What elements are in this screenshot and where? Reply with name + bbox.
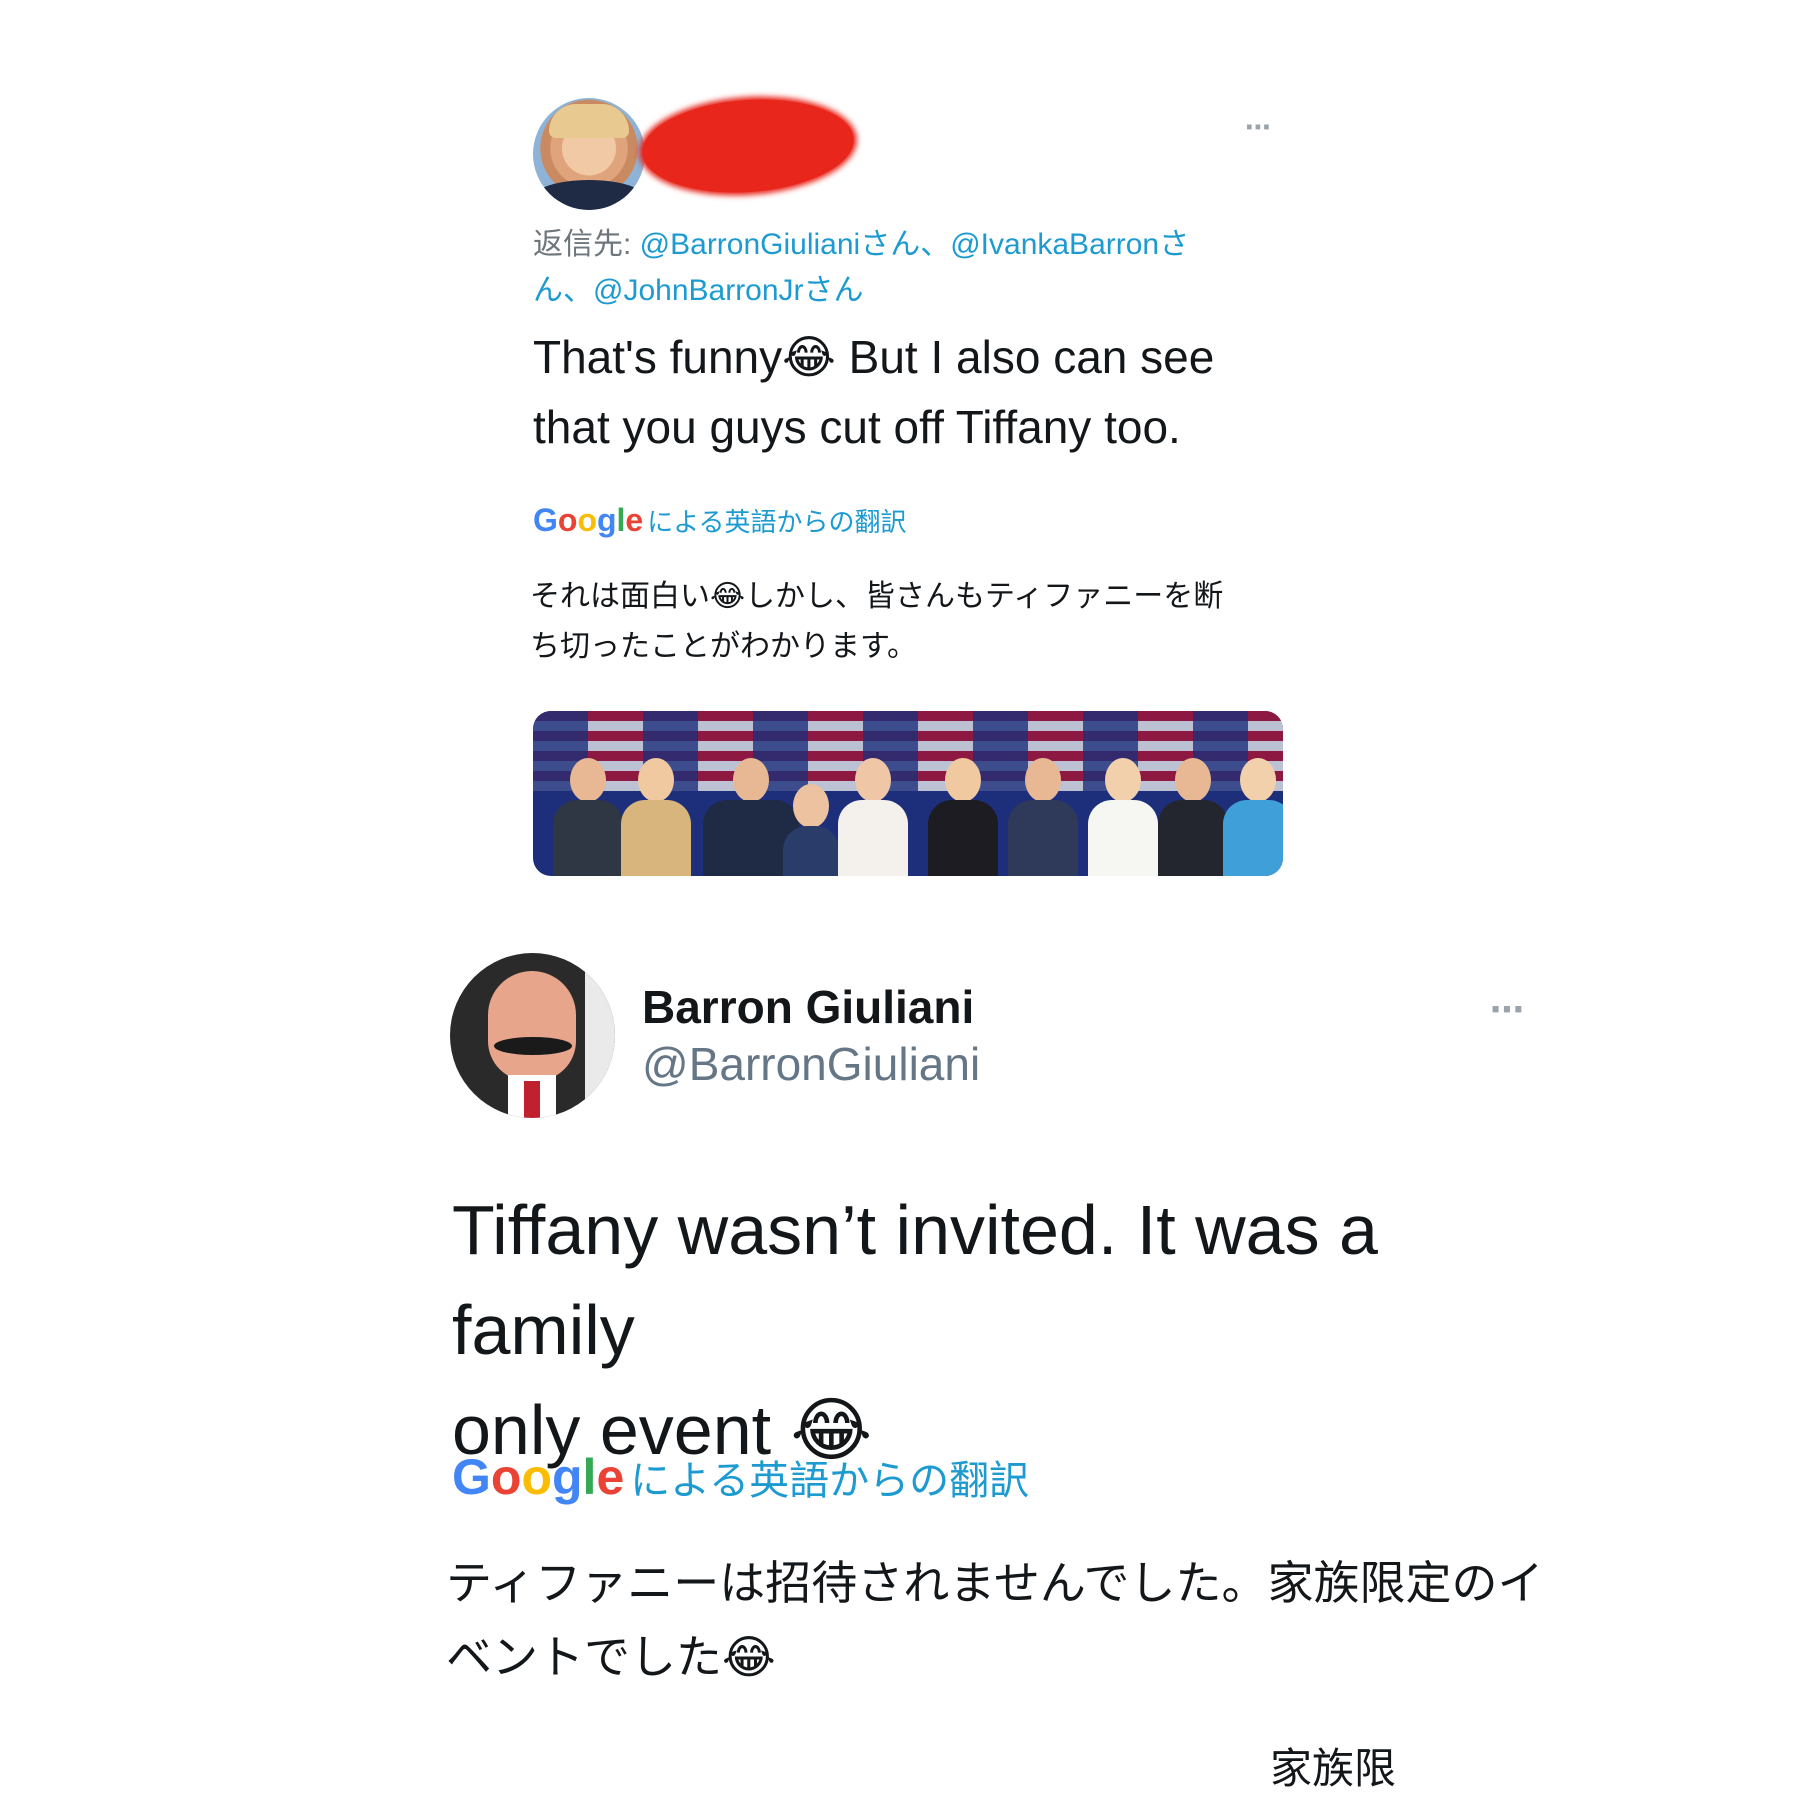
reply-translation-text: それは面白い😂しかし、皆さんもティファニーを断 ち切ったことがわかります。 xyxy=(530,572,1270,672)
tweet-translation-text: ティファニーは招待されませんでした。家族限定のイ ベントでした😂 xyxy=(446,1546,1566,1694)
translate-label: による英語からの翻訳 xyxy=(630,1459,1030,1503)
author-handle[interactable]: @BarronGiuliani xyxy=(642,1037,980,1091)
author-display-name[interactable]: Barron Giuliani xyxy=(642,980,974,1034)
more-options-icon[interactable]: ⋯ xyxy=(1490,990,1529,1030)
author-avatar[interactable] xyxy=(450,953,615,1118)
avatar-hair xyxy=(549,104,629,138)
tweet-text-line1: Tiffany wasn’t invited. It was a family xyxy=(452,1191,1378,1369)
reply-tweet-text: That's funny😂 But I also can see that yo… xyxy=(533,322,1253,462)
translation-line1: それは面白い😂しかし、皆さんもティファニーを断 xyxy=(530,580,1224,613)
translate-attribution[interactable]: Google による英語からの翻訳 xyxy=(533,502,906,539)
avatar-suit xyxy=(533,180,645,210)
avatar-face xyxy=(488,971,576,1081)
translation-line2: ち切ったことがわかります。 xyxy=(530,630,917,663)
reply-text-line1: That's funny😂 But I also can see xyxy=(533,331,1215,383)
reply-text-line2: that you guys cut off Tiffany too. xyxy=(533,401,1181,453)
translation-line1: ティファニーは招待されませんでした。家族限定のイ xyxy=(446,1557,1544,1609)
reply-prefix: 返信先: xyxy=(533,228,640,261)
reply-author-avatar[interactable] xyxy=(533,98,645,210)
translation-line2: ベントでした😂 xyxy=(446,1631,776,1683)
translate-label: による英語からの翻訳 xyxy=(647,507,907,537)
reply-to-line: 返信先: @BarronGiulianiさん、@IvankaBarronさ ん、… xyxy=(533,222,1253,314)
reply-mentions-link[interactable]: @BarronGiulianiさん、@IvankaBarronさ xyxy=(640,228,1189,261)
tweet-text: Tiffany wasn’t invited. It was a family … xyxy=(452,1180,1552,1480)
avatar-mustache xyxy=(494,1037,572,1055)
translate-attribution[interactable]: Google による英語からの翻訳 xyxy=(452,1448,1029,1506)
more-options-icon[interactable]: ⋯ xyxy=(1245,112,1275,143)
reply-mentions-link-cont[interactable]: ん、@JohnBarronJrさん xyxy=(533,274,864,307)
attached-photo[interactable] xyxy=(533,711,1283,876)
group-of-people xyxy=(533,756,1283,876)
redaction-scribble xyxy=(639,92,857,200)
google-logo: Google xyxy=(533,502,644,538)
google-logo: Google xyxy=(452,1449,625,1505)
cutoff-text-fragment: 家族限 xyxy=(1270,1745,1397,1792)
